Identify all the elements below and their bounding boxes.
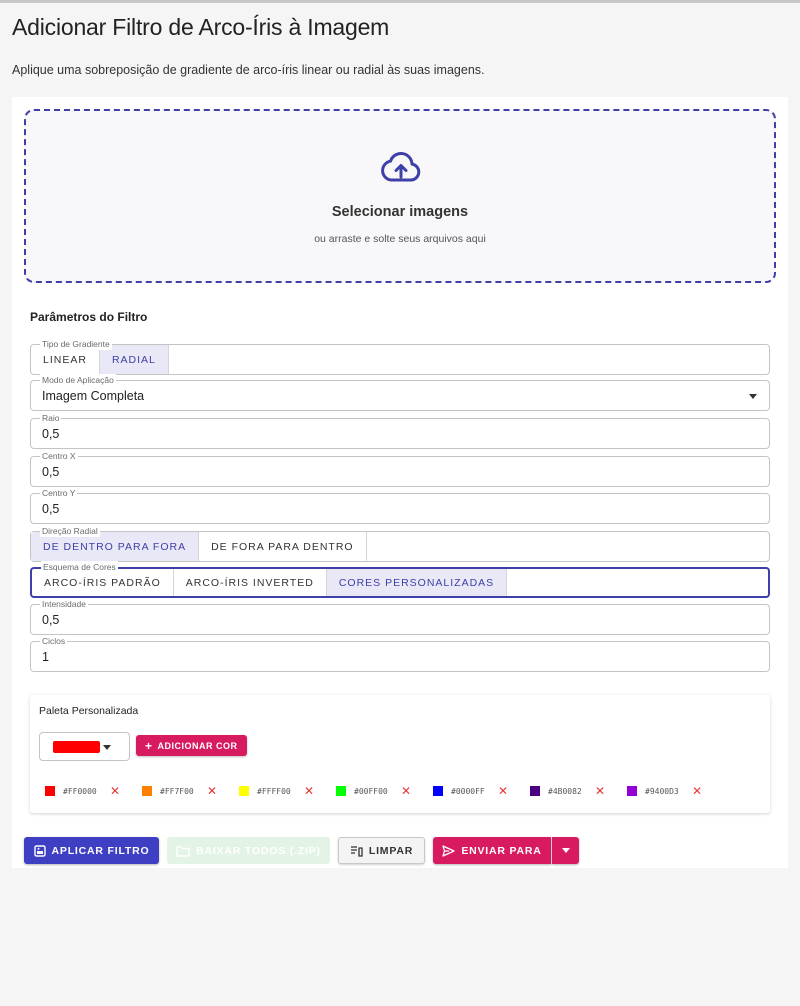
- radial-direction-group: DE DENTRO PARA FORA DE FORA PARA DENTRO …: [30, 525, 770, 562]
- chevron-down-icon: [749, 394, 757, 399]
- palette-color-item: #00FF00 ✕: [336, 784, 433, 798]
- center-y-field[interactable]: Centro Y 0,5: [30, 487, 770, 524]
- apply-filter-button[interactable]: APLICAR FILTRO: [24, 837, 159, 864]
- color-scheme-label: Esquema de Cores: [41, 561, 118, 573]
- scheme-standard-button[interactable]: ARCO-ÍRIS PADRÃO: [32, 569, 174, 596]
- close-icon[interactable]: ✕: [692, 785, 702, 797]
- color-swatch: [433, 786, 443, 796]
- color-code: #FF0000: [63, 786, 97, 796]
- radius-label: Raio: [40, 412, 62, 424]
- palette-color-item: #4B0082 ✕: [530, 784, 627, 798]
- download-zip-label: BAIXAR TODOS (.ZIP): [196, 844, 321, 857]
- palette-title: Paleta Personalizada: [39, 705, 139, 717]
- page-title: Adicionar Filtro de Arco-Íris à Imagem: [12, 14, 390, 40]
- close-icon[interactable]: ✕: [595, 785, 605, 797]
- picker-color-swatch: [53, 741, 100, 753]
- cloud-upload-icon: [380, 151, 422, 185]
- page-description: Aplique uma sobreposição de gradiente de…: [12, 63, 485, 77]
- scheme-inverted-button[interactable]: ARCO-ÍRIS INVERTED: [174, 569, 327, 596]
- scheme-custom-button[interactable]: CORES PERSONALIZADAS: [326, 569, 508, 596]
- intensity-label: Intensidade: [40, 598, 88, 610]
- palette-color-item: #9400D3 ✕: [627, 784, 724, 798]
- top-bar: [0, 0, 800, 3]
- color-code: #00FF00: [354, 786, 388, 796]
- folder-download-icon: [176, 845, 190, 857]
- send-icon: [442, 844, 455, 857]
- cycles-value: 1: [42, 650, 49, 664]
- intensity-value: 0,5: [42, 613, 60, 627]
- color-swatch: [45, 786, 55, 796]
- apply-filter-label: APLICAR FILTRO: [51, 844, 150, 857]
- image-filter-icon: [33, 844, 46, 857]
- dropzone-title: Selecionar imagens: [331, 204, 469, 220]
- color-picker[interactable]: [39, 732, 130, 761]
- apply-mode-value: Imagem Completa: [42, 389, 145, 403]
- cycles-label: Ciclos: [40, 635, 68, 647]
- color-code: #FF7F00: [160, 786, 194, 796]
- gradient-type-group: LINEAR RADIAL Tipo de Gradiente: [30, 338, 770, 375]
- palette-colors-list: #FF0000 ✕ #FF7F00 ✕ #FFFF00 ✕ #00FF00 ✕ …: [45, 784, 724, 798]
- color-code: #9400D3: [645, 786, 679, 796]
- apply-mode-select[interactable]: Modo de Aplicação Imagem Completa: [30, 374, 770, 411]
- dropzone-subtitle: ou arraste e solte seus arquivos aqui: [314, 233, 486, 245]
- close-icon[interactable]: ✕: [110, 785, 120, 797]
- radius-value: 0,5: [42, 427, 60, 441]
- palette-color-item: #FF0000 ✕: [45, 784, 142, 798]
- color-code: #0000FF: [451, 786, 485, 796]
- center-x-value: 0,5: [42, 465, 60, 479]
- chevron-down-icon: [103, 745, 111, 750]
- send-to-label: ENVIAR PARA: [461, 844, 542, 857]
- add-color-button[interactable]: + ADICIONAR COR: [136, 735, 247, 756]
- center-x-label: Centro X: [40, 450, 78, 462]
- color-swatch: [530, 786, 540, 796]
- clear-list-icon: [350, 845, 363, 857]
- palette-color-item: #FFFF00 ✕: [239, 784, 336, 798]
- direction-outside-in-button[interactable]: DE FORA PARA DENTRO: [199, 532, 367, 561]
- color-scheme-group: ARCO-ÍRIS PADRÃO ARCO-ÍRIS INVERTED CORE…: [30, 561, 770, 598]
- send-to-dropdown-button[interactable]: [552, 837, 579, 864]
- color-swatch: [142, 786, 152, 796]
- center-x-field[interactable]: Centro X 0,5: [30, 450, 770, 487]
- color-code: #4B0082: [548, 786, 582, 796]
- send-to-button[interactable]: ENVIAR PARA: [433, 837, 551, 864]
- download-zip-button[interactable]: BAIXAR TODOS (.ZIP): [167, 837, 330, 864]
- close-icon[interactable]: ✕: [401, 785, 411, 797]
- intensity-field[interactable]: Intensidade 0,5: [30, 598, 770, 635]
- clear-label: LIMPAR: [368, 844, 414, 857]
- palette-color-item: #FF7F00 ✕: [142, 784, 239, 798]
- color-swatch: [336, 786, 346, 796]
- close-icon[interactable]: ✕: [498, 785, 508, 797]
- file-dropzone[interactable]: Selecionar imagens ou arraste e solte se…: [24, 109, 776, 283]
- add-color-label: ADICIONAR COR: [157, 740, 238, 751]
- main-card: Selecionar imagens ou arraste e solte se…: [12, 97, 788, 868]
- cycles-field[interactable]: Ciclos 1: [30, 635, 770, 672]
- radial-direction-label: Direção Radial: [40, 525, 100, 537]
- plus-icon: +: [145, 738, 153, 753]
- color-code: #FFFF00: [257, 786, 291, 796]
- clear-button[interactable]: LIMPAR: [338, 837, 425, 864]
- center-y-value: 0,5: [42, 502, 60, 516]
- color-scheme-toggle: ARCO-ÍRIS PADRÃO ARCO-ÍRIS INVERTED CORE…: [32, 569, 508, 596]
- radius-field[interactable]: Raio 0,5: [30, 412, 770, 449]
- palette-color-item: #0000FF ✕: [433, 784, 530, 798]
- gradient-type-label: Tipo de Gradiente: [40, 338, 112, 350]
- chevron-down-icon: [561, 848, 570, 853]
- center-y-label: Centro Y: [40, 487, 78, 499]
- close-icon[interactable]: ✕: [304, 785, 314, 797]
- filter-params-title: Parâmetros do Filtro: [30, 310, 148, 324]
- color-swatch: [627, 786, 637, 796]
- close-icon[interactable]: ✕: [207, 785, 217, 797]
- custom-palette-panel: Paleta Personalizada + ADICIONAR COR #FF…: [30, 695, 770, 813]
- color-swatch: [239, 786, 249, 796]
- apply-mode-label: Modo de Aplicação: [40, 374, 116, 386]
